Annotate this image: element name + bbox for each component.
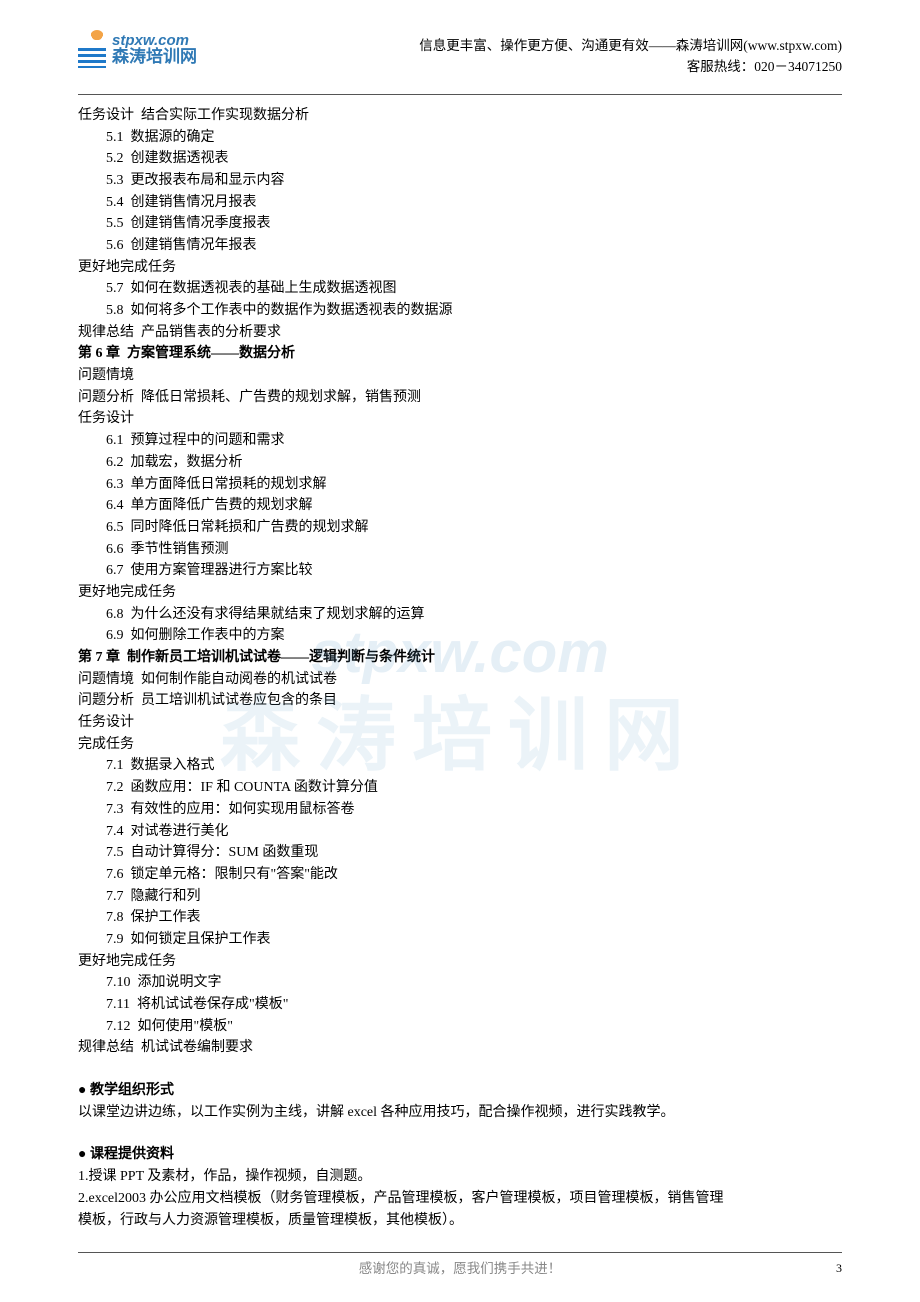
logo-mark-icon	[78, 30, 106, 68]
body-line: 7.6 锁定单元格：限制只有"答案"能改	[78, 864, 842, 886]
body-line: 7.10 添加说明文字	[78, 972, 842, 994]
body-line: 5.2 创建数据透视表	[78, 148, 842, 170]
logo-cn: 森涛培训网	[112, 48, 197, 65]
body-line: 5.3 更改报表布局和显示内容	[78, 170, 842, 192]
hotline: 客服热线：020－34071250	[419, 57, 842, 78]
body-line: 1.授课 PPT 及素材，作品，操作视频，自测题。	[78, 1166, 842, 1188]
body-line: 第 7 章 制作新员工培训机试试卷——逻辑判断与条件统计	[78, 647, 842, 669]
body-line: 模板，行政与人力资源管理模板，质量管理模板，其他模板）。	[78, 1210, 842, 1232]
body-line: 更好地完成任务	[78, 951, 842, 973]
body-line: 5.8 如何将多个工作表中的数据作为数据透视表的数据源	[78, 300, 842, 322]
body-line: 任务设计	[78, 712, 842, 734]
body-line: 6.8 为什么还没有求得结果就结束了规划求解的运算	[78, 604, 842, 626]
body-line: 7.12 如何使用"模板"	[78, 1016, 842, 1038]
footer-text: 感谢您的真诚，愿我们携手共进！ 3	[78, 1259, 842, 1280]
body-line: 6.4 单方面降低广告费的规划求解	[78, 495, 842, 517]
logo-url: stpxw.com	[112, 33, 197, 48]
body-line: 问题分析 员工培训机试试卷应包含的条目	[78, 690, 842, 712]
footer-slogan: 感谢您的真诚，愿我们携手共进！	[359, 1261, 562, 1276]
body-line: 6.9 如何删除工作表中的方案	[78, 625, 842, 647]
footer-divider	[78, 1252, 842, 1253]
body-line: 7.11 将机试试卷保存成"模板"	[78, 994, 842, 1016]
body-line: 6.2 加载宏，数据分析	[78, 452, 842, 474]
page-footer: 感谢您的真诚，愿我们携手共进！ 3	[78, 1252, 842, 1280]
logo: stpxw.com 森涛培训网	[78, 30, 197, 68]
body-line	[78, 1059, 842, 1080]
body-line: 6.1 预算过程中的问题和需求	[78, 430, 842, 452]
body-line: 7.7 隐藏行和列	[78, 886, 842, 908]
body-line: 5.1 数据源的确定	[78, 127, 842, 149]
body-line: 以课堂边讲边练，以工作实例为主线，讲解 excel 各种应用技巧，配合操作视频，…	[78, 1102, 842, 1124]
logo-text: stpxw.com 森涛培训网	[112, 33, 197, 65]
body-line: 6.7 使用方案管理器进行方案比较	[78, 560, 842, 582]
header-right: 信息更丰富、操作更方便、沟通更有效——森涛培训网(www.stpxw.com) …	[419, 30, 842, 78]
body-line: 任务设计	[78, 408, 842, 430]
body-line: 第 6 章 方案管理系统——数据分析	[78, 343, 842, 365]
document-body: 任务设计 结合实际工作实现数据分析5.1 数据源的确定5.2 创建数据透视表5.…	[78, 105, 842, 1231]
body-line: 5.6 创建销售情况年报表	[78, 235, 842, 257]
header-divider	[78, 94, 842, 95]
body-line: ● 课程提供资料	[78, 1144, 842, 1166]
body-line: 更好地完成任务	[78, 582, 842, 604]
body-line: 6.3 单方面降低日常损耗的规划求解	[78, 474, 842, 496]
body-line: 问题情境 如何制作能自动阅卷的机试试卷	[78, 669, 842, 691]
body-line: ● 教学组织形式	[78, 1080, 842, 1102]
body-line: 规律总结 产品销售表的分析要求	[78, 322, 842, 344]
body-line: 完成任务	[78, 734, 842, 756]
body-line: 5.7 如何在数据透视表的基础上生成数据透视图	[78, 278, 842, 300]
body-line: 7.4 对试卷进行美化	[78, 821, 842, 843]
page-number: 3	[836, 1259, 842, 1278]
body-line: 5.5 创建销售情况季度报表	[78, 213, 842, 235]
body-line: 7.3 有效性的应用：如何实现用鼠标答卷	[78, 799, 842, 821]
body-line: 6.6 季节性销售预测	[78, 539, 842, 561]
body-line: 7.8 保护工作表	[78, 907, 842, 929]
body-line: 问题分析 降低日常损耗、广告费的规划求解，销售预测	[78, 387, 842, 409]
body-line: 更好地完成任务	[78, 257, 842, 279]
page-header: stpxw.com 森涛培训网 信息更丰富、操作更方便、沟通更有效——森涛培训网…	[78, 30, 842, 78]
body-line: 7.5 自动计算得分：SUM 函数重现	[78, 842, 842, 864]
body-line: 2.excel2003 办公应用文档模板（财务管理模板，产品管理模板，客户管理模…	[78, 1188, 842, 1210]
body-line: 7.1 数据录入格式	[78, 755, 842, 777]
body-line: 6.5 同时降低日常耗损和广告费的规划求解	[78, 517, 842, 539]
body-line: 问题情境	[78, 365, 842, 387]
body-line: 5.4 创建销售情况月报表	[78, 192, 842, 214]
body-line: 7.2 函数应用：IF 和 COUNTA 函数计算分值	[78, 777, 842, 799]
body-line: 任务设计 结合实际工作实现数据分析	[78, 105, 842, 127]
tagline: 信息更丰富、操作更方便、沟通更有效——森涛培训网(www.stpxw.com)	[419, 36, 842, 57]
body-line: 7.9 如何锁定且保护工作表	[78, 929, 842, 951]
body-line	[78, 1123, 842, 1144]
body-line: 规律总结 机试试卷编制要求	[78, 1037, 842, 1059]
